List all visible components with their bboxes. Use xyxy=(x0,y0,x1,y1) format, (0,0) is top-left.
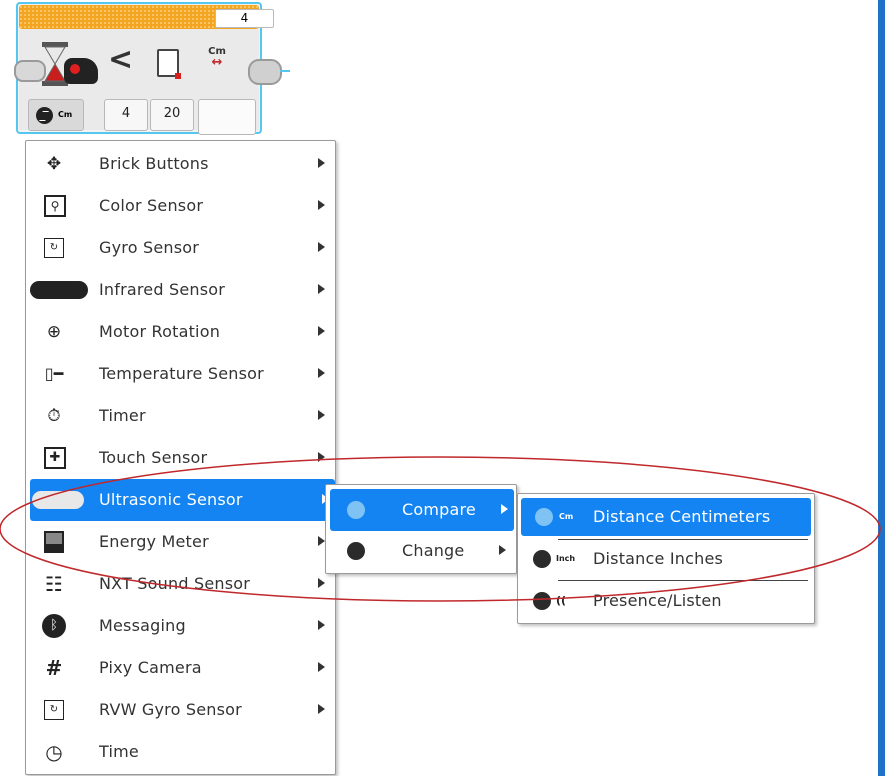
menu-item-label: Messaging xyxy=(99,616,186,635)
wait-ultrasonic-block[interactable]: 4 < Cm ↔ Cm 4 20 xyxy=(14,2,290,136)
mode-item-distance-centimeters[interactable]: Cm Distance Centimeters xyxy=(521,498,811,536)
submenu-arrow-icon xyxy=(318,158,325,168)
presence-icon xyxy=(533,592,551,610)
submenu-arrow-icon xyxy=(318,326,325,336)
mode-item-presence-listen[interactable]: (( Presence/Listen xyxy=(518,581,814,621)
submenu-arrow-icon xyxy=(318,200,325,210)
hash-icon: # xyxy=(45,656,63,680)
menu-item-gyro-sensor[interactable]: ↻ Gyro Sensor xyxy=(26,227,335,269)
bluetooth-icon: ᛒ xyxy=(42,614,66,638)
menu-item-brick-buttons[interactable]: ✥ Brick Buttons xyxy=(26,143,335,185)
submenu-arrow-icon xyxy=(318,662,325,672)
menu-item-label: Ultrasonic Sensor xyxy=(99,490,243,509)
loop-count-field[interactable]: 4 xyxy=(215,9,274,28)
mode-item-label: Presence/Listen xyxy=(593,591,722,610)
distance-inch-icon xyxy=(533,550,551,568)
motor-rotation-icon: ⊕ xyxy=(46,322,62,342)
submenu-arrow-icon xyxy=(318,242,325,252)
mode-selector[interactable]: Cm xyxy=(28,99,84,131)
ultrasonic-sensor-icon xyxy=(64,58,98,84)
menu-item-label: Color Sensor xyxy=(99,196,204,215)
compare-type-value: 4 xyxy=(121,106,131,121)
menu-item-label: Time xyxy=(99,742,139,761)
submenu-item-compare[interactable]: Compare xyxy=(330,489,514,531)
threshold-value: 20 xyxy=(163,106,181,121)
menu-item-infrared-sensor[interactable]: Infrared Sensor xyxy=(26,269,335,311)
menu-item-label: Timer xyxy=(99,406,146,425)
menu-item-label: RVW Gyro Sensor xyxy=(99,700,242,719)
compare-modes-menu: Cm Distance Centimeters Inch Distance In… xyxy=(517,493,815,624)
menu-item-energy-meter[interactable]: Energy Meter xyxy=(26,521,335,563)
mode-item-label: Distance Inches xyxy=(593,549,724,568)
menu-item-temperature-sensor[interactable]: ▯━ Temperature Sensor xyxy=(26,353,335,395)
menu-item-label: Temperature Sensor xyxy=(99,364,264,383)
result-output-icon xyxy=(157,49,181,79)
submenu-item-change[interactable]: Change xyxy=(326,530,516,572)
submenu-arrow-icon xyxy=(318,410,325,420)
menu-item-label: Gyro Sensor xyxy=(99,238,200,257)
mode-tag: Inch xyxy=(556,554,576,563)
distance-cm-icon xyxy=(535,508,553,526)
menu-item-label: Infrared Sensor xyxy=(99,280,226,299)
menu-item-pixy-camera[interactable]: # Pixy Camera xyxy=(26,647,335,689)
brick-buttons-icon: ✥ xyxy=(46,154,62,174)
submenu-item-label: Change xyxy=(402,541,465,560)
submenu-item-label: Compare xyxy=(402,500,476,519)
submenu-arrow-icon xyxy=(318,368,325,378)
menu-item-label: Pixy Camera xyxy=(99,658,202,677)
menu-item-timer[interactable]: ⏱ Timer xyxy=(26,395,335,437)
clock-icon: ◷ xyxy=(45,740,63,764)
menu-item-rvw-gyro-sensor[interactable]: ↻ RVW Gyro Sensor xyxy=(26,689,335,731)
mode-item-distance-inches[interactable]: Inch Distance Inches xyxy=(518,539,814,579)
sequence-out-connector[interactable] xyxy=(248,59,290,85)
submenu-arrow-icon xyxy=(318,536,325,546)
submenu-arrow-icon xyxy=(318,620,325,630)
submenu-arrow-icon xyxy=(501,504,508,514)
menu-item-messaging[interactable]: ᛒ Messaging xyxy=(26,605,335,647)
output-plug[interactable] xyxy=(198,99,256,135)
menu-item-label: Energy Meter xyxy=(99,532,209,551)
mode-unit: Cm xyxy=(58,110,73,119)
menu-item-color-sensor[interactable]: ⚲ Color Sensor xyxy=(26,185,335,227)
sensor-menu: ✥ Brick Buttons ⚲ Color Sensor ↻ Gyro Se… xyxy=(25,140,336,775)
menu-item-touch-sensor[interactable]: ✚ Touch Sensor xyxy=(26,437,335,479)
touch-sensor-icon: ✚ xyxy=(44,447,66,469)
mode-tag: Cm xyxy=(559,512,574,521)
comparison-operator[interactable]: < xyxy=(108,42,133,77)
sound-sensor-icon: ☷ xyxy=(45,572,63,596)
menu-item-label: NXT Sound Sensor xyxy=(99,574,251,593)
submenu-arrow-icon xyxy=(318,452,325,462)
submenu-arrow-icon xyxy=(318,704,325,714)
submenu-arrow-icon xyxy=(318,284,325,294)
gyro-sensor-icon: ↻ xyxy=(44,700,64,720)
window-edge xyxy=(878,0,885,776)
menu-item-label: Touch Sensor xyxy=(99,448,208,467)
ultrasonic-sensor-icon xyxy=(32,491,84,509)
ultrasonic-mode-icon xyxy=(36,107,53,124)
menu-item-motor-rotation[interactable]: ⊕ Motor Rotation xyxy=(26,311,335,353)
menu-item-nxt-sound-sensor[interactable]: ☷ NXT Sound Sensor xyxy=(26,563,335,605)
mode-item-label: Distance Centimeters xyxy=(593,507,771,526)
timer-icon: ⏱ xyxy=(47,406,61,426)
change-icon xyxy=(347,542,365,560)
gyro-sensor-icon: ↻ xyxy=(44,238,64,258)
mode-tag: (( xyxy=(556,594,567,607)
submenu-arrow-icon xyxy=(499,545,506,555)
menu-item-label: Motor Rotation xyxy=(99,322,221,341)
compare-type-input[interactable]: 4 xyxy=(104,99,148,131)
threshold-input[interactable]: 20 xyxy=(150,99,194,131)
infrared-sensor-icon xyxy=(30,281,88,299)
menu-item-label: Brick Buttons xyxy=(99,154,209,173)
submenu-arrow-icon xyxy=(318,578,325,588)
ultrasonic-submenu: Compare Change xyxy=(325,484,517,574)
temperature-sensor-icon: ▯━ xyxy=(44,364,64,383)
unit-icon: Cm ↔ xyxy=(208,46,226,70)
energy-meter-icon xyxy=(44,531,64,553)
compare-icon xyxy=(347,501,365,519)
menu-item-time[interactable]: ◷ Time xyxy=(26,731,335,773)
color-sensor-icon: ⚲ xyxy=(44,195,66,217)
menu-item-ultrasonic-sensor[interactable]: Ultrasonic Sensor xyxy=(30,479,335,521)
